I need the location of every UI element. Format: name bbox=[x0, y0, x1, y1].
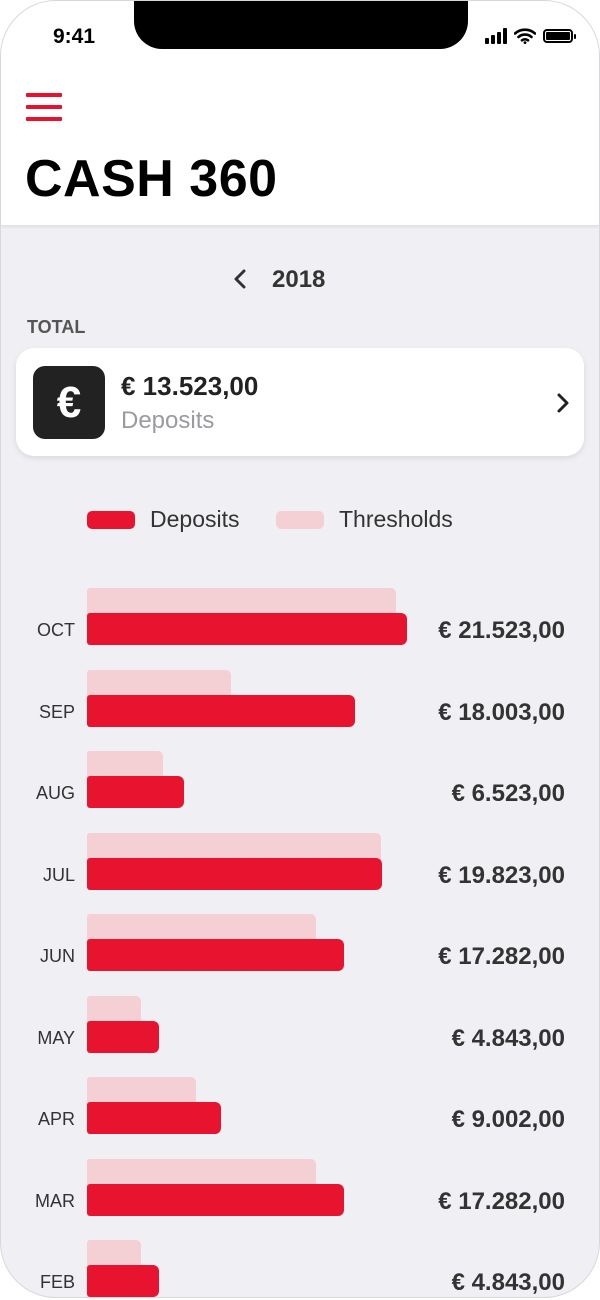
legend-swatch-thresholds bbox=[276, 510, 324, 529]
battery-icon bbox=[543, 29, 576, 43]
status-time: 9:41 bbox=[53, 25, 96, 48]
legend-label-deposits: Deposits bbox=[150, 506, 240, 532]
deposit-bar bbox=[87, 1265, 159, 1297]
legend-swatch-deposits bbox=[87, 510, 135, 529]
month-label: JUN bbox=[40, 946, 75, 966]
bar-row-mar: MAR € 17.282,00 bbox=[1, 1158, 599, 1239]
deposit-amount-label: € 6.523,00 bbox=[451, 780, 565, 807]
month-label: APR bbox=[37, 1109, 75, 1129]
euro-icon: € bbox=[33, 366, 105, 439]
deposit-amount-label: € 17.282,00 bbox=[438, 1187, 565, 1215]
legend-item-thresholds: Thresholds bbox=[276, 506, 453, 533]
deposit-bar bbox=[87, 1020, 159, 1053]
device-notch bbox=[134, 1, 468, 49]
month-label: OCT bbox=[37, 620, 75, 640]
deposit-amount-label: € 19.823,00 bbox=[438, 861, 565, 889]
wifi-icon bbox=[514, 28, 536, 44]
year-label: 2018 bbox=[272, 266, 326, 293]
deposit-bar bbox=[87, 1102, 221, 1134]
bar-row-feb: FEB € 4.843,00 bbox=[1, 1240, 599, 1297]
deposit-bar bbox=[87, 1183, 344, 1216]
app-header: CASH 360 bbox=[1, 71, 599, 226]
status-icons bbox=[485, 28, 576, 44]
bar-row-jul: JUL € 19.823,00 bbox=[1, 832, 599, 913]
month-label: AUG bbox=[35, 783, 75, 803]
deposit-amount-label: € 18.003,00 bbox=[438, 698, 565, 726]
total-deposits-card[interactable]: € € 13.523,00 Deposits bbox=[16, 348, 584, 456]
bar-row-sep: SEP € 18.003,00 bbox=[1, 669, 599, 750]
total-subtitle: Deposits bbox=[121, 407, 215, 434]
month-label: SEP bbox=[38, 701, 75, 722]
total-amount: € 13.523,00 bbox=[121, 371, 259, 401]
deposit-amount-label: € 17.282,00 bbox=[438, 943, 565, 970]
deposit-amount-label: € 21.523,00 bbox=[438, 617, 565, 644]
bar-row-jun: JUN € 17.282,00 bbox=[1, 914, 599, 994]
deposit-bar bbox=[87, 694, 355, 727]
monthly-deposits-chart: OCT € 21.523,00 SEP € 18.003,00 AUG € 6.523,0… bbox=[1, 571, 599, 1297]
deposit-bar bbox=[87, 857, 382, 890]
year-navigator: 2018 bbox=[1, 263, 599, 295]
total-section-label: TOTAL bbox=[27, 317, 86, 337]
bar-row-aug: AUG € 6.523,00 bbox=[1, 751, 599, 831]
chevron-right-icon bbox=[557, 393, 569, 413]
month-label: MAR bbox=[35, 1190, 75, 1211]
month-label: MAY bbox=[37, 1027, 75, 1048]
chevron-left-icon[interactable] bbox=[227, 265, 253, 293]
deposit-amount-label: € 4.843,00 bbox=[451, 1269, 565, 1296]
cellular-signal-icon bbox=[485, 28, 507, 44]
bar-row-may: MAY € 4.843,00 bbox=[1, 995, 599, 1076]
legend-item-deposits: Deposits bbox=[87, 506, 239, 533]
bar-row-oct: OCT € 21.523,00 bbox=[1, 588, 599, 668]
legend-label-thresholds: Thresholds bbox=[339, 506, 453, 532]
page-title: CASH 360 bbox=[25, 150, 278, 208]
deposit-amount-label: € 4.843,00 bbox=[451, 1024, 565, 1052]
deposit-bar bbox=[87, 776, 184, 808]
deposit-bar bbox=[87, 939, 344, 971]
bar-row-apr: APR € 9.002,00 bbox=[1, 1077, 599, 1157]
phone-screen: 9:41 CASH 360 2018 TOTAL € € 13.523,00 D… bbox=[0, 0, 600, 1298]
deposit-amount-label: € 9.002,00 bbox=[451, 1106, 565, 1133]
hamburger-menu-icon[interactable] bbox=[26, 91, 62, 125]
month-label: JUL bbox=[42, 864, 75, 885]
deposit-bar bbox=[87, 613, 407, 645]
month-label: FEB bbox=[39, 1272, 75, 1292]
